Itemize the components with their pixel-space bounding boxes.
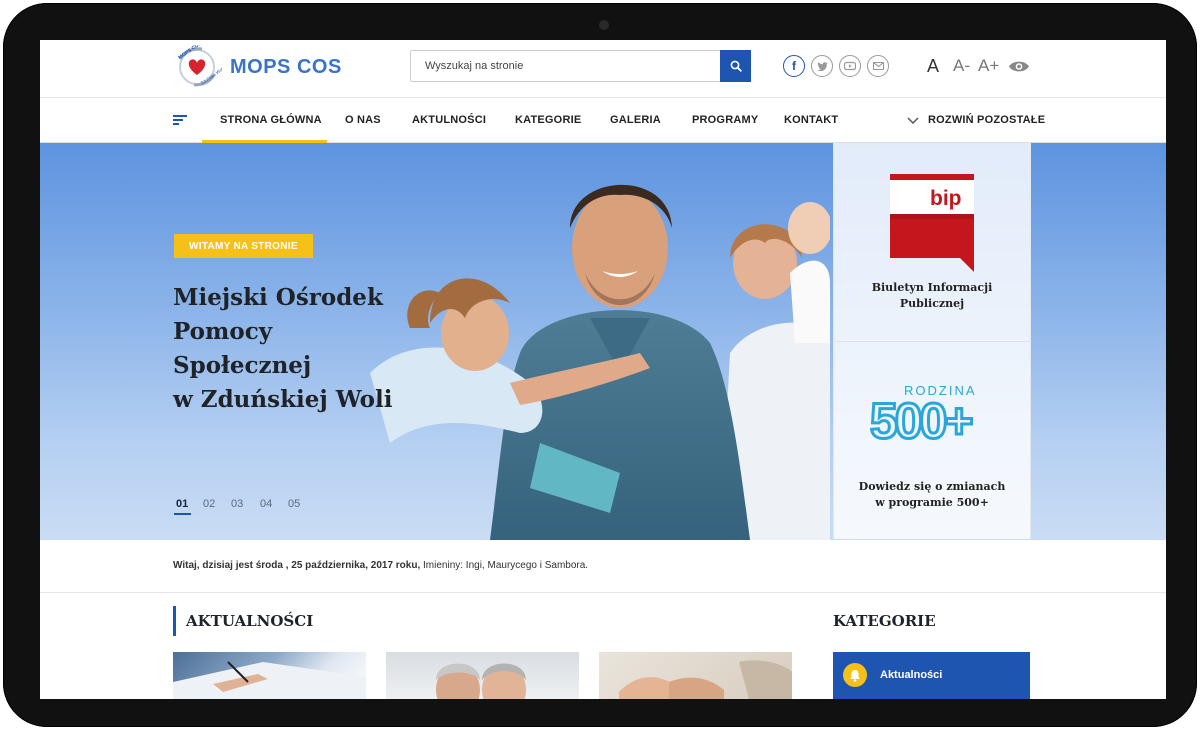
bip-caption: Biuletyn Informacji Publicznej (834, 280, 1030, 312)
name-days: Imieniny: Ingi, Maurycego i Sambora. (420, 560, 589, 571)
rodzina-500-card[interactable]: RODZINA 500+ Dowiedz się o zmianach w pr… (834, 342, 1030, 539)
r500-number: 500+ (870, 393, 972, 442)
hero-title-line: Miejski Ośrodek (173, 284, 383, 311)
font-normal-button[interactable]: A (927, 56, 939, 77)
twitter-button[interactable] (811, 55, 833, 77)
r500-caption: Dowiedz się o zmianach w programie 500+ (834, 479, 1030, 511)
logo-ring-top: MOPS COS (177, 45, 203, 61)
date-info: Witaj, dzisiaj jest środa , 25 październ… (173, 560, 588, 571)
bip-card[interactable]: bip Biuletyn Informacji Publicznej (834, 143, 1030, 342)
slide-dot-3[interactable]: 03 (231, 498, 243, 510)
nav-item-home[interactable]: STRONA GŁÓWNA (220, 114, 322, 126)
site-header: MOPS COS Zduńska Wola MOPS COS f (40, 40, 1166, 98)
bell-icon (843, 663, 867, 687)
nav-item-gallery[interactable]: GALERIA (610, 114, 661, 126)
twitter-icon (816, 61, 827, 71)
slide-dot-5[interactable]: 05 (288, 498, 300, 510)
search-input[interactable] (411, 51, 711, 81)
welcome-badge: WITAMY NA STRONIE (174, 234, 313, 258)
r500-caption-line: Dowiedz się o zmianach (858, 480, 1006, 493)
mops-logo-icon[interactable]: MOPS COS Zduńska Wola (174, 45, 222, 87)
youtube-icon (844, 61, 856, 71)
bip-logo-text: bip (930, 187, 962, 210)
youtube-button[interactable] (839, 55, 861, 77)
mail-button[interactable] (867, 55, 889, 77)
search-button[interactable] (720, 50, 751, 82)
news-title-accent (173, 606, 176, 636)
hero-title-line: Społecznej (173, 352, 312, 379)
bip-logo-icon: bip (890, 174, 974, 272)
tablet-frame: MOPS COS Zduńska Wola MOPS COS f (3, 3, 1197, 727)
side-promo-panel: bip Biuletyn Informacji Publicznej RODZI… (833, 143, 1031, 539)
news-thumbnail[interactable] (173, 652, 366, 699)
font-decrease-button[interactable]: A- (953, 56, 970, 76)
news-section-title: AKTUALNOŚCI (186, 612, 314, 630)
hero-title-line: Pomocy (173, 318, 273, 345)
nav-item-about[interactable]: O NAS (345, 114, 381, 126)
chevron-down-icon[interactable] (907, 117, 919, 124)
news-image-signing (173, 661, 366, 699)
search-icon (730, 60, 742, 72)
logo-text[interactable]: MOPS COS (230, 56, 342, 79)
category-label: Aktualności (880, 669, 943, 681)
hamburger-icon[interactable] (173, 115, 187, 125)
nav-item-categories[interactable]: KATEGORIE (515, 114, 581, 126)
eye-icon[interactable] (1008, 60, 1030, 73)
bip-caption-line: Biuletyn Informacji (871, 281, 993, 294)
slide-dot-2[interactable]: 02 (203, 498, 215, 510)
nav-item-contact[interactable]: KONTAKT (784, 114, 838, 126)
main-nav: STRONA GŁÓWNA O NAS AKTULNOŚCI KATEGORIE… (40, 98, 1166, 143)
category-item-news[interactable]: Aktualności (833, 652, 1030, 699)
rodzina-500-logo-icon: RODZINA 500+ (870, 383, 977, 442)
r500-caption-line: w programie 500+ (875, 496, 989, 509)
font-increase-button[interactable]: A+ (978, 56, 999, 76)
camera-dot (599, 20, 609, 30)
nav-item-programs[interactable]: PROGRAMY (692, 114, 758, 126)
slide-dot-1[interactable]: 01 (176, 498, 188, 510)
mail-icon (872, 62, 884, 70)
bip-caption-line: Publicznej (899, 297, 965, 310)
hero-title-line: w Zduńskiej Woli (173, 386, 393, 413)
categories-section-title: KATEGORIE (833, 612, 936, 630)
search-box (410, 50, 751, 82)
news-image-hands (619, 660, 792, 699)
active-slide-underline (174, 513, 191, 515)
nav-more[interactable]: ROZWIŃ POZOSTAŁE (928, 114, 1045, 126)
nav-item-news[interactable]: AKTULNOŚCI (412, 114, 486, 126)
facebook-button[interactable]: f (783, 55, 805, 77)
slide-dot-4[interactable]: 04 (260, 498, 272, 510)
divider (40, 592, 1166, 593)
news-thumbnail[interactable] (386, 652, 579, 699)
hero-family-photo (370, 184, 830, 540)
date-greeting: Witaj, dzisiaj jest środa , 25 październ… (173, 560, 421, 571)
news-thumbnail[interactable] (599, 652, 792, 699)
hero-title: Miejski Ośrodek Pomocy Społecznej w Zduń… (173, 281, 433, 417)
facebook-icon: f (792, 59, 796, 73)
screen: MOPS COS Zduńska Wola MOPS COS f (40, 40, 1166, 699)
news-image-seniors (436, 663, 526, 699)
